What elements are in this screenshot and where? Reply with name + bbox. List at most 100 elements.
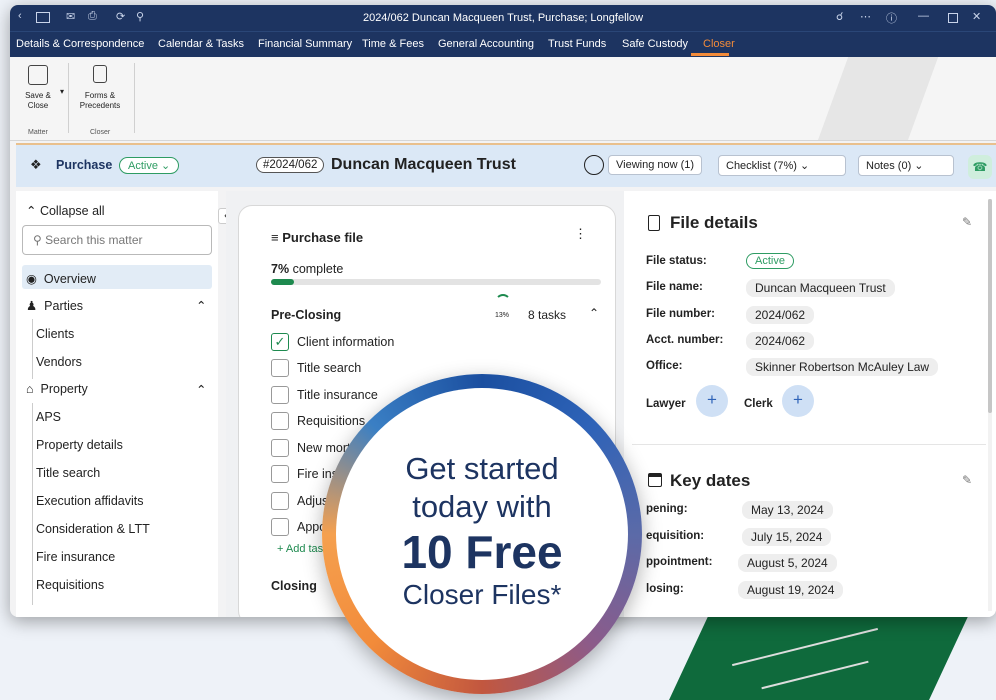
checkbox[interactable] [271, 492, 289, 510]
add-task-link[interactable]: + Add task [277, 543, 329, 555]
checkbox[interactable] [271, 465, 289, 483]
file-status-badge: Active [746, 253, 794, 269]
viewing-now[interactable]: Viewing now (1) [608, 155, 703, 175]
checkbox[interactable] [271, 359, 289, 377]
add-clerk-button[interactable]: + [782, 385, 814, 417]
headset-icon[interactable]: ☎ [968, 155, 992, 179]
appointment-label: ppointment: [646, 556, 713, 568]
tab-closer[interactable]: Closer [703, 38, 735, 50]
chevron-up-icon[interactable]: ⌃ [589, 306, 599, 320]
task-client-information[interactable]: Client information [297, 335, 394, 349]
tab-calendar[interactable]: Calendar & Tasks [158, 38, 244, 50]
ribbon-decor [804, 57, 946, 140]
tab-trust-funds[interactable]: Trust Funds [548, 38, 606, 50]
sidebar-item-property-details[interactable]: Property details [36, 438, 123, 452]
more-icon[interactable]: ⋯ [860, 10, 871, 23]
requisition-label: equisition: [646, 530, 705, 542]
progress-text: 7% complete [271, 262, 343, 276]
matter-header: ❖ Purchase Active ⌄ #2024/062 Duncan Mac… [16, 143, 996, 187]
matter-type: Purchase [56, 158, 113, 172]
sidebar-item-aps[interactable]: APS [36, 410, 61, 424]
task-count: 8 tasks [528, 308, 567, 322]
promo-line-1: Get started [405, 451, 559, 486]
add-lawyer-button[interactable]: + [696, 385, 728, 417]
edit-icon[interactable]: ✎ [962, 473, 972, 487]
sidebar-item-execution-affidavits[interactable]: Execution affidavits [36, 494, 143, 508]
save-icon [28, 65, 48, 85]
file-number-label: File number: [646, 308, 716, 320]
tab-financial[interactable]: Financial Summary [258, 38, 352, 50]
chevron-up-icon[interactable]: ⌃ [196, 298, 206, 313]
search-placeholder: Search this matter [45, 233, 143, 247]
closing-label: losing: [646, 583, 684, 595]
office-value: Skinner Robertson McAuley Law [746, 358, 939, 376]
notes-label: Notes (0) [866, 160, 912, 172]
promo-line-3: 10 Free [401, 526, 563, 578]
help-icon[interactable]: ⓘ [886, 10, 897, 26]
checkbox[interactable] [271, 518, 289, 536]
sidebar-item-clients[interactable]: Clients [36, 327, 74, 341]
edit-icon[interactable]: ✎ [962, 215, 972, 229]
forms-precedents-button[interactable]: Forms & Precedents [72, 65, 128, 111]
sidebar-overview-label[interactable]: ◉ Overview [26, 271, 96, 286]
progress-pct: 7% [271, 262, 290, 276]
task-title-search[interactable]: Title search [297, 361, 361, 375]
checkbox-checked[interactable]: ✓ [271, 333, 289, 351]
acct-number-value: 2024/062 [746, 332, 815, 350]
status-badge[interactable]: Active ⌄ [119, 157, 180, 174]
restore-icon[interactable] [948, 13, 958, 23]
tree-line [32, 403, 33, 605]
progress-ring-icon [495, 294, 511, 310]
save-close-button[interactable]: Save & Close [20, 65, 56, 111]
sidebar-item-vendors[interactable]: Vendors [36, 355, 82, 369]
parties-text: Parties [44, 299, 84, 313]
tab-safe-custody[interactable]: Safe Custody [622, 38, 688, 50]
sidebar-item-title-search[interactable]: Title search [36, 466, 100, 480]
card-title: ≡ Purchase file [271, 230, 364, 245]
card-title-text: Purchase file [282, 230, 364, 245]
promo-line-4: Closer Files* [402, 579, 562, 610]
sidebar-item-fire-insurance[interactable]: Fire insurance [36, 550, 115, 564]
checkbox[interactable] [271, 439, 289, 457]
tab-details[interactable]: Details & Correspondence [16, 38, 144, 50]
sidebar-item-property[interactable]: ⌂ Property [26, 382, 88, 396]
checkbox[interactable] [271, 386, 289, 404]
overview-text: Overview [43, 272, 96, 286]
checkbox[interactable] [271, 412, 289, 430]
checklist-dropdown[interactable]: Checklist (7%) ⌄ [718, 155, 846, 176]
matter-title: Duncan Macqueen Trust [331, 156, 516, 173]
section-closing: Closing [271, 579, 317, 593]
sidebar-item-consideration[interactable]: Consideration & LTT [36, 522, 150, 536]
window-title: 2024/062 Duncan Macqueen Trust, Purchase… [362, 12, 644, 24]
bell-icon[interactable]: ☌ [836, 10, 843, 23]
close-icon[interactable]: ✕ [972, 10, 981, 23]
collapse-all[interactable]: ⌃ Collapse all [26, 203, 105, 218]
tab-general-accounting[interactable]: General Accounting [438, 38, 534, 50]
file-icon [648, 215, 660, 231]
pin-icon[interactable]: ❖ [30, 157, 42, 173]
collapse-label: Collapse all [39, 204, 105, 218]
progress-fill [271, 279, 295, 285]
search-input[interactable]: ⚲ Search this matter [22, 225, 212, 255]
promo-line-2: today with [412, 489, 552, 524]
promo-badge[interactable]: Get started today with 10 Free Closer Fi… [322, 374, 642, 694]
scrollbar[interactable] [988, 199, 992, 611]
scrollbar-thumb[interactable] [988, 199, 992, 413]
notes-dropdown[interactable]: Notes (0) ⌄ [858, 155, 954, 176]
appointment-date: August 5, 2024 [738, 554, 837, 572]
opening-label: pening: [646, 503, 688, 515]
more-vertical-icon[interactable]: ⋮ [574, 226, 587, 242]
minimize-icon[interactable]: — [918, 10, 929, 22]
details-panel: File details ✎ File status: Active File … [624, 191, 996, 617]
sidebar-item-requisitions[interactable]: Requisitions [36, 578, 104, 592]
progress-bar [271, 279, 601, 285]
file-details-title: File details [670, 213, 758, 232]
tab-time-fees[interactable]: Time & Fees [362, 38, 424, 50]
file-name-label: File name: [646, 281, 703, 293]
menu-bar: Details & Correspondence Calendar & Task… [10, 31, 996, 57]
ribbon: Save & Close ▾ Forms & Precedents Matter… [10, 57, 996, 141]
sidebar: ⌃ Collapse all ⚲ Search this matter ◉ Ov… [16, 191, 218, 617]
dropdown-caret-icon[interactable]: ▾ [60, 87, 64, 96]
chevron-up-icon[interactable]: ⌃ [196, 382, 206, 397]
sidebar-item-parties[interactable]: ♟ Parties [26, 298, 83, 313]
